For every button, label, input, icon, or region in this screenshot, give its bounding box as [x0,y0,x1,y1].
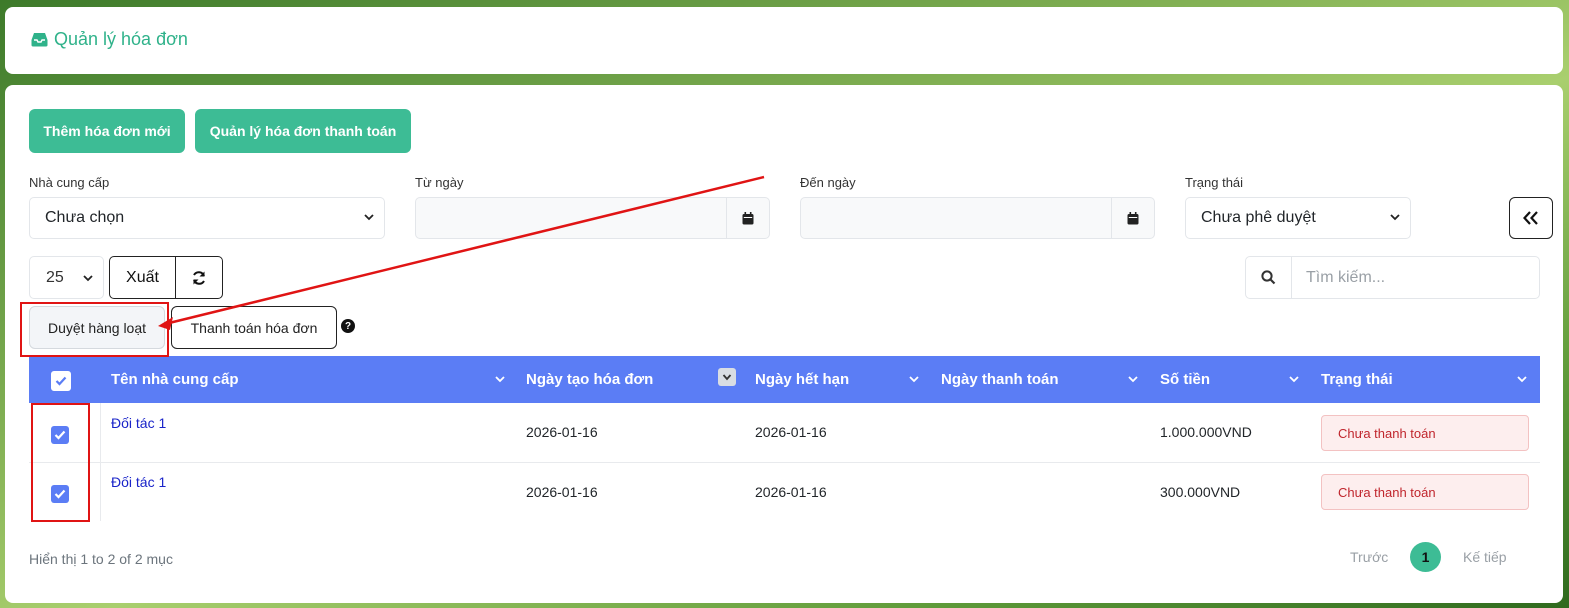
column-header-amount[interactable]: Số tiền [1160,356,1210,403]
supplier-label: Nhà cung cấp [29,175,110,190]
chevron-down-icon [1289,376,1299,383]
header-card: Quản lý hóa đơn [5,7,1563,74]
export-button[interactable]: Xuất [109,256,176,299]
created-date-cell: 2026-01-16 [526,424,598,440]
annotation-box-bulk-approve [20,302,169,357]
due-date-cell: 2026-01-16 [755,424,827,440]
column-header-due-date[interactable]: Ngày hết hạn [755,356,849,403]
add-invoice-button[interactable]: Thêm hóa đơn mới [29,109,185,153]
double-chevron-left-icon [1523,211,1538,225]
collapse-filter-button[interactable] [1509,197,1553,239]
refresh-button[interactable] [175,256,223,299]
inbox-icon [31,33,48,47]
check-icon [55,376,67,386]
page-size-select[interactable]: 25 [29,256,104,299]
table-row[interactable]: Đối tác 1 2026-01-16 2026-01-16 300.000V… [29,462,1540,521]
supplier-link[interactable]: Đối tác 1 [111,415,166,431]
column-header-created-date[interactable]: Ngày tạo hóa đơn [526,356,653,403]
page-title: Quản lý hóa đơn [31,29,188,50]
pagination-info: Hiển thị 1 to 2 of 2 mục [29,551,173,567]
status-badge: Chưa thanh toán [1321,474,1529,510]
from-date-label: Từ ngày [415,175,464,190]
search-input[interactable]: Tìm kiếm... [1292,257,1539,298]
chevron-down-icon [495,376,505,383]
main-card: Thêm hóa đơn mới Quản lý hóa đơn thanh t… [5,85,1563,603]
sort-toggle[interactable] [718,368,736,386]
select-all-checkbox[interactable] [51,371,71,391]
table-header: Tên nhà cung cấp Ngày tạo hóa đơn Ngày h… [29,356,1540,403]
created-date-cell: 2026-01-16 [526,484,598,500]
due-date-cell: 2026-01-16 [755,484,827,500]
previous-page-button[interactable]: Trước [1350,549,1388,565]
column-header-supplier[interactable]: Tên nhà cung cấp [111,356,239,403]
column-header-payment-date[interactable]: Ngày thanh toán [941,356,1059,403]
column-header-status[interactable]: Trạng thái [1321,356,1393,403]
table-row[interactable]: Đối tác 1 2026-01-16 2026-01-16 1.000.00… [29,403,1540,462]
supplier-select-value: Chưa chọn [45,209,125,226]
search-box[interactable]: Tìm kiếm... [1245,256,1540,299]
chevron-down-icon [909,376,919,383]
chevron-down-icon [1517,376,1527,383]
pay-invoice-button[interactable]: Thanh toán hóa đơn [171,306,337,349]
from-date-input[interactable] [415,197,770,239]
status-select[interactable]: Chưa phê duyệt [1185,197,1411,239]
calendar-icon [742,211,754,224]
manage-payment-button[interactable]: Quản lý hóa đơn thanh toán [195,109,411,153]
status-badge: Chưa thanh toán [1321,415,1529,451]
from-date-calendar-button[interactable] [726,198,769,238]
chevron-down-icon [364,214,374,221]
page-size-value: 25 [46,268,64,286]
refresh-icon [193,270,205,285]
status-label: Trạng thái [1185,175,1244,190]
to-date-label: Đến ngày [800,175,856,190]
to-date-calendar-button[interactable] [1111,198,1154,238]
supplier-select[interactable]: Chưa chọn [29,197,385,239]
chevron-down-icon [83,275,93,282]
help-icon[interactable]: ? [341,319,355,333]
chevron-down-icon [1128,376,1138,383]
amount-cell: 1.000.000VND [1160,424,1252,440]
amount-cell: 300.000VND [1160,484,1241,500]
chevron-down-icon [1390,214,1400,221]
page-title-text: Quản lý hóa đơn [54,29,188,49]
calendar-icon [1127,211,1139,224]
supplier-link[interactable]: Đối tác 1 [111,474,166,490]
search-icon [1261,270,1276,285]
search-button[interactable] [1246,257,1292,298]
status-select-value: Chưa phê duyệt [1201,209,1316,226]
chevron-down-icon [722,374,732,381]
page-1-button[interactable]: 1 [1410,542,1441,572]
annotation-box-checkboxes [31,403,90,522]
to-date-input[interactable] [800,197,1155,239]
checkbox-column-divider [100,403,101,521]
next-page-button[interactable]: Kế tiếp [1463,549,1507,565]
